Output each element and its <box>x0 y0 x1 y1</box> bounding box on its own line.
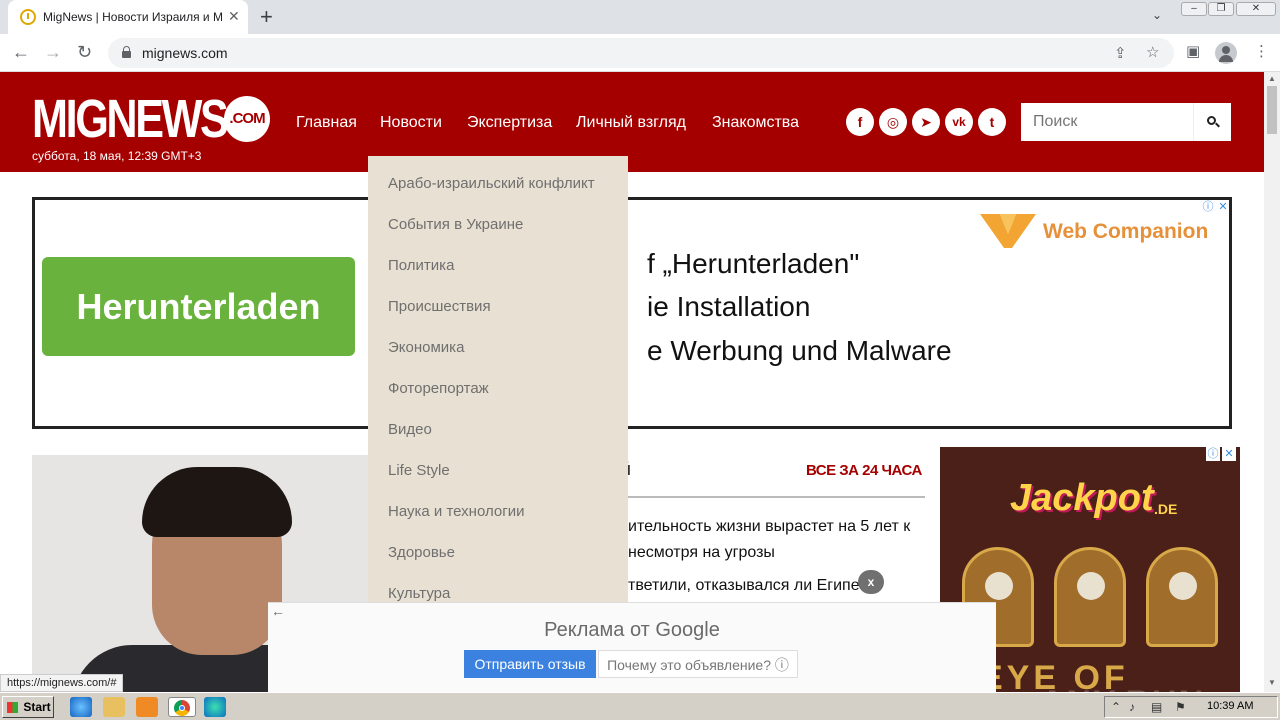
ad-download-button[interactable]: Herunterladen <box>42 257 355 356</box>
web-companion-logo-icon <box>980 214 1036 248</box>
dropdown-item-politics[interactable]: Политика <box>388 257 454 274</box>
news-item-line[interactable]: ительность жизни вырастет на 5 лет к <box>628 518 910 536</box>
ad-info-icon[interactable]: ⓘ <box>1201 200 1215 214</box>
lock-icon[interactable] <box>122 46 131 58</box>
bookmark-star-icon[interactable]: ☆ <box>1146 43 1159 61</box>
dropdown-item-lifestyle[interactable]: Life Style <box>388 462 450 479</box>
vk-icon[interactable]: vk <box>945 108 973 136</box>
edge-icon[interactable] <box>204 697 226 717</box>
new-tab-button[interactable]: + <box>260 4 273 30</box>
profile-avatar-icon[interactable] <box>1215 42 1237 64</box>
tab-search-chevron-icon[interactable]: ⌄ <box>1152 8 1162 22</box>
scroll-up-arrow-icon[interactable]: ▲ <box>1268 74 1276 83</box>
horus-bird-icon <box>1054 547 1126 647</box>
restore-window-button[interactable]: ❐ <box>1208 2 1234 16</box>
page-viewport: MIGNEWS .COM суббота, 18 мая, 12:39 GMT+… <box>0 72 1264 692</box>
ad-text-line: e Werbung und Malware <box>647 335 952 366</box>
ad-close-icon[interactable]: ✕ <box>1216 200 1230 214</box>
browser-tab[interactable]: MigNews | Новости Израиля и Мира ✕ <box>8 0 248 34</box>
google-ad-close-button[interactable]: x <box>858 570 884 594</box>
file-explorer-icon[interactable] <box>103 697 125 717</box>
news-item-line[interactable]: тветили, отказывался ли Египе <box>628 577 860 595</box>
ad-text-line: f „Herunterladen" <box>647 248 860 279</box>
dropdown-item-arab-israeli-conflict[interactable]: Арабо-израильский конфликт <box>388 175 595 192</box>
windows-taskbar: Start ⌃ ♪ ▤ ⚑ 10:39 AM <box>0 692 1280 720</box>
mignews-favicon-icon <box>20 9 36 25</box>
nav-personal-view[interactable]: Личный взгляд <box>576 114 686 132</box>
address-bar[interactable]: mignews.com ⇪ ☆ <box>108 38 1174 68</box>
search-button[interactable] <box>1193 103 1231 141</box>
chrome-taskbar-icon[interactable] <box>168 697 196 717</box>
back-arrow-icon[interactable]: ← <box>12 42 30 63</box>
forward-arrow-icon[interactable]: → <box>44 42 62 63</box>
telegram-icon[interactable]: ➤ <box>912 108 940 136</box>
ad-text-line: ie Installation <box>647 291 811 322</box>
dropdown-item-science-tech[interactable]: Наука и технологии <box>388 503 524 520</box>
nav-expertise[interactable]: Экспертиза <box>467 114 552 132</box>
news-dropdown-menu: Арабо-израильский конфликт События в Укр… <box>368 156 628 606</box>
instagram-icon[interactable]: ◎ <box>879 108 907 136</box>
horus-bird-icon <box>1146 547 1218 647</box>
send-feedback-button[interactable]: Отправить отзыв <box>464 650 596 678</box>
system-tray: ⌃ ♪ ▤ ⚑ 10:39 AM <box>1104 696 1278 718</box>
tray-expand-icon[interactable]: ⌃ <box>1111 700 1121 714</box>
news-divider <box>620 496 925 498</box>
tab-title: MigNews | Новости Израиля и Мира <box>43 10 223 24</box>
facebook-icon[interactable]: f <box>846 108 874 136</box>
share-icon[interactable]: ⇪ <box>1114 44 1127 62</box>
reload-icon[interactable]: ↻ <box>77 42 92 63</box>
status-bar-url: https://mignews.com/# <box>0 674 124 692</box>
news-24h-link[interactable]: ВСЕ ЗА 24 ЧАСА <box>806 462 922 479</box>
nav-main[interactable]: Главная <box>296 114 357 132</box>
ad-jackpot-title: Jackpot <box>1010 477 1154 519</box>
top-banner-ad[interactable]: Herunterladen f „Herunterladen" ie Insta… <box>32 197 1232 429</box>
media-player-icon[interactable] <box>136 697 158 717</box>
scrollbar-thumb[interactable] <box>1267 86 1277 134</box>
ad-close-icon[interactable]: ✕ <box>1222 447 1236 461</box>
page-scrollbar[interactable]: ▲ ▼ <box>1264 72 1280 692</box>
start-button[interactable]: Start <box>2 696 54 718</box>
tab-close-icon[interactable]: ✕ <box>228 8 240 25</box>
site-logo-badge[interactable]: .COM <box>224 96 270 142</box>
network-icon[interactable]: ▤ <box>1151 700 1162 714</box>
back-arrow-icon[interactable]: ← <box>271 603 285 619</box>
google-ad-overlay: ← Реклама от Google Отправить отзыв Поче… <box>268 602 996 692</box>
ad-info-icon[interactable]: ⓘ <box>1206 447 1220 461</box>
dropdown-item-photo-report[interactable]: Фоторепортаж <box>388 380 489 397</box>
start-label: Start <box>23 700 51 714</box>
minimize-window-button[interactable]: – <box>1181 2 1207 16</box>
dropdown-item-health[interactable]: Здоровье <box>388 544 455 561</box>
why-this-ad-button[interactable]: Почему это объявление? ⓘ <box>598 650 798 678</box>
search-input[interactable] <box>1021 103 1193 141</box>
nav-news[interactable]: Новости <box>380 114 442 132</box>
header-date: суббота, 18 мая, 12:39 GMT+3 <box>32 149 202 163</box>
dropdown-item-incidents[interactable]: Происшествия <box>388 298 491 315</box>
internet-explorer-icon[interactable] <box>70 697 92 717</box>
taskbar-clock[interactable]: 10:39 AM <box>1207 700 1253 712</box>
volume-icon[interactable]: ♪ <box>1129 700 1135 714</box>
browser-tab-strip: MigNews | Новости Израиля и Мира ✕ + ⌄ –… <box>0 0 1280 34</box>
news-item-line[interactable]: несмотря на угрозы <box>628 544 775 562</box>
anyrun-watermark: ANY.RUN <box>1040 684 1205 692</box>
close-window-button[interactable]: ✕ <box>1236 2 1276 16</box>
twitter-icon[interactable]: t <box>978 108 1006 136</box>
dropdown-item-video[interactable]: Видео <box>388 421 432 438</box>
address-url[interactable]: mignews.com <box>142 45 228 61</box>
site-logo[interactable]: MIGNEWS <box>32 92 229 146</box>
dropdown-item-ukraine[interactable]: События в Украине <box>388 216 523 233</box>
side-panel-icon[interactable]: ▣ <box>1186 42 1200 60</box>
chrome-menu-icon[interactable]: ⋮ <box>1254 42 1269 60</box>
browser-toolbar: ← → ↻ mignews.com ⇪ ☆ ▣ ⋮ <box>0 34 1280 72</box>
ad-brand: Web Companion <box>1043 220 1209 243</box>
nav-dating[interactable]: Знакомства <box>712 114 799 132</box>
dropdown-item-culture[interactable]: Культура <box>388 585 450 602</box>
site-search <box>1021 103 1231 141</box>
action-center-flag-icon[interactable]: ⚑ <box>1175 700 1186 714</box>
dropdown-item-economy[interactable]: Экономика <box>388 339 464 356</box>
ad-jackpot-suffix: .DE <box>1154 501 1178 517</box>
scroll-down-arrow-icon[interactable]: ▼ <box>1268 678 1276 687</box>
windows-logo-icon <box>7 702 18 713</box>
site-header: MIGNEWS .COM суббота, 18 мая, 12:39 GMT+… <box>0 72 1264 172</box>
google-ad-title: Реклама от Google <box>544 619 720 641</box>
